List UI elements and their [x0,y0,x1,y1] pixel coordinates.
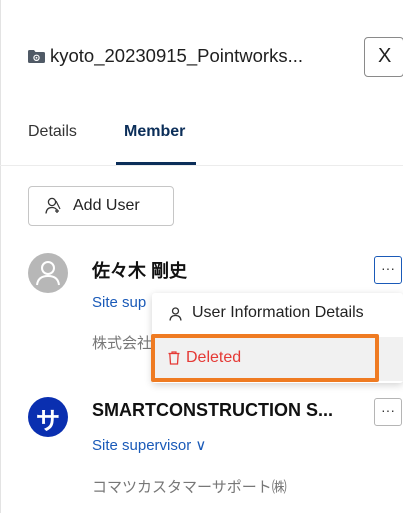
add-user-label: Add User [73,197,140,214]
panel-header: kyoto_20230915_Pointworks... X [0,0,403,120]
person-icon [169,307,182,321]
more-icon: ··· [381,402,395,418]
more-options-button[interactable]: ··· [374,398,402,426]
member-name: SMARTCONSTRUCTION S... [92,400,333,420]
close-button-label: X [378,45,392,67]
more-icon: ··· [381,260,395,276]
avatar [28,253,68,293]
folder-icon [28,50,45,63]
tab-details[interactable]: Details [28,123,77,141]
user-silhouette-icon [36,261,60,286]
page-title: kyoto_20230915_Pointworks... [50,45,304,66]
more-options-button[interactable]: ··· [374,256,402,284]
menu-item-label: User Information Details [192,304,364,321]
add-user-button[interactable]: Add User [28,186,174,226]
add-user-icon [45,197,61,214]
active-tab-indicator [116,162,196,165]
close-button[interactable]: X [364,37,403,77]
member-company: 株式会社 [92,335,153,352]
tab-member[interactable]: Member [124,123,185,141]
member-role-dropdown[interactable]: Site sup [92,294,146,311]
menu-item-user-information-details[interactable]: User Information Details [152,293,403,335]
avatar-initial: サ [36,407,60,435]
member-company: コマツカスタマーサポート㈱ [92,479,287,496]
highlight-box [151,334,379,382]
avatar: サ [28,397,68,437]
tab-bar: Details Member [0,120,403,166]
member-role-dropdown[interactable]: Site supervisor ∨ [92,436,206,454]
member-name: 佐々木 剛史 [92,261,188,281]
